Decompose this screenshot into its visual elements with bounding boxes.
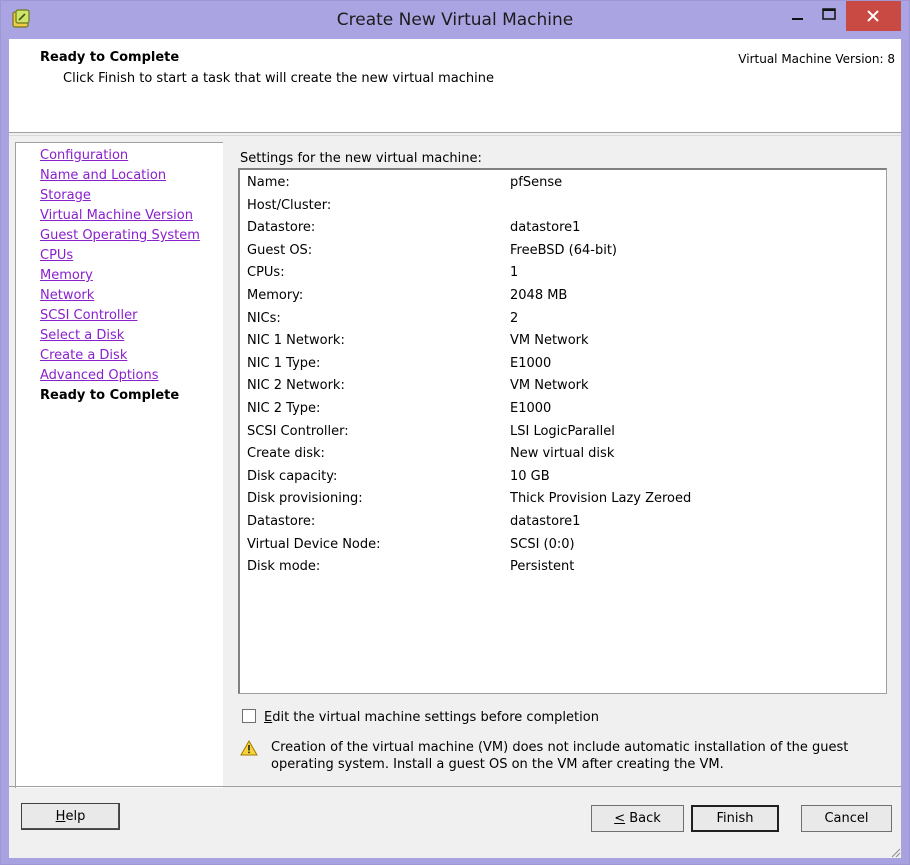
- nav-step-cpus[interactable]: CPUs: [40, 248, 73, 263]
- settings-row-value: 1: [510, 265, 519, 281]
- settings-row: Name: pfSense: [240, 175, 880, 195]
- settings-row-key: Disk provisioning:: [247, 491, 363, 507]
- settings-row-value: VM Network: [510, 333, 589, 349]
- footer-divider: [9, 786, 901, 787]
- settings-row-value: FreeBSD (64-bit): [510, 242, 618, 258]
- back-button[interactable]: < Back: [591, 805, 684, 832]
- settings-row-key: Create disk:: [247, 446, 325, 462]
- nav-step-virtual-machine-version[interactable]: Virtual Machine Version: [40, 208, 193, 223]
- settings-row: NIC 1 Network: VM Network: [240, 333, 880, 353]
- settings-row-key: NICs:: [247, 310, 281, 326]
- settings-row-value: pfSense: [510, 175, 563, 190]
- title-bar[interactable]: Create New Virtual Machine: [1, 1, 909, 39]
- settings-row-value: 10 GB: [510, 468, 550, 484]
- settings-row-value: New virtual disk: [510, 446, 615, 462]
- edit-settings-checkbox-label[interactable]: Edit the virtual machine settings before…: [264, 710, 599, 725]
- minimize-icon[interactable]: [782, 1, 814, 31]
- settings-row: Datastore: datastore1: [240, 514, 880, 534]
- settings-row-value: Thick Provision Lazy Zeroed: [510, 491, 692, 507]
- nav-step-configuration[interactable]: Configuration: [40, 148, 128, 163]
- settings-row-key: Disk capacity:: [247, 468, 338, 484]
- close-icon[interactable]: [846, 1, 901, 31]
- settings-row-key: NIC 2 Network:: [247, 378, 345, 394]
- settings-row-value: Persistent: [510, 559, 575, 575]
- resize-grip-icon[interactable]: [889, 846, 901, 858]
- settings-row-value: 2048 MB: [510, 288, 568, 303]
- settings-row-key: Virtual Device Node:: [247, 536, 381, 552]
- help-button[interactable]: Help: [21, 803, 120, 830]
- settings-row-key: Datastore:: [247, 514, 316, 529]
- settings-row-value: VM Network: [510, 378, 589, 394]
- page-title: Ready to Complete: [40, 50, 180, 65]
- warning-message: Creation of the virtual machine (VM) doe…: [271, 740, 849, 772]
- settings-row-key: Guest OS:: [247, 242, 313, 258]
- settings-row-value: LSI LogicParallel: [510, 423, 615, 439]
- settings-row: Memory: 2048 MB: [240, 288, 880, 308]
- settings-row: Guest OS: FreeBSD (64-bit): [240, 243, 880, 263]
- settings-row-value: SCSI (0:0): [510, 536, 575, 552]
- settings-row: SCSI Controller: LSI LogicParallel: [240, 424, 880, 444]
- nav-step-create-a-disk[interactable]: Create a Disk: [40, 348, 127, 363]
- finish-button[interactable]: Finish: [691, 805, 779, 832]
- settings-row-key: SCSI Controller:: [247, 423, 349, 439]
- nav-step-network[interactable]: Network: [40, 288, 94, 303]
- nav-step-name-and-location[interactable]: Name and Location: [40, 168, 166, 183]
- settings-row: Host/Cluster:: [240, 198, 880, 218]
- settings-row: Create disk: New virtual disk: [240, 446, 880, 466]
- maximize-icon[interactable]: [814, 1, 844, 31]
- settings-row-value: E1000: [510, 401, 552, 416]
- settings-row: Datastore: datastore1: [240, 220, 880, 240]
- settings-row-value: 2: [510, 310, 519, 326]
- edit-settings-checkbox[interactable]: [242, 709, 256, 723]
- dialog-client-area: Ready to Complete Click Finish to start …: [9, 39, 901, 858]
- nav-step-scsi-controller[interactable]: SCSI Controller: [40, 308, 138, 323]
- header-divider: [9, 135, 901, 136]
- settings-row: NIC 2 Network: VM Network: [240, 378, 880, 398]
- nav-step-storage[interactable]: Storage: [40, 188, 91, 203]
- settings-row-value: E1000: [510, 355, 552, 371]
- settings-row-key: NIC 1 Network:: [247, 333, 345, 349]
- settings-row-key: NIC 1 Type:: [247, 355, 321, 371]
- cancel-button[interactable]: Cancel: [801, 805, 892, 832]
- settings-row: NIC 2 Type: E1000: [240, 401, 880, 421]
- nav-step-advanced-options[interactable]: Advanced Options: [40, 368, 159, 383]
- settings-summary-panel: Name: pfSense Host/Cluster: Datastore: datas…: [238, 168, 887, 694]
- settings-row-key: Name:: [247, 175, 290, 190]
- settings-row: Disk provisioning: Thick Provision Lazy Z…: [240, 491, 880, 511]
- nav-step-select-a-disk[interactable]: Select a Disk: [40, 328, 124, 343]
- settings-label: Settings for the new virtual machine:: [240, 151, 482, 166]
- settings-row: Disk capacity: 10 GB: [240, 469, 880, 489]
- warning-icon: [240, 740, 258, 756]
- nav-step-memory[interactable]: Memory: [40, 268, 93, 283]
- settings-row: CPUs: 1: [240, 265, 880, 285]
- settings-row-key: Host/Cluster:: [247, 197, 332, 213]
- settings-row-value: datastore1: [510, 514, 581, 529]
- settings-row-key: Datastore:: [247, 220, 316, 236]
- nav-step-ready-to-complete: Ready to Complete: [40, 388, 180, 403]
- vm-version-label: Virtual Machine Version: 8: [738, 52, 895, 66]
- settings-row: Virtual Device Node: SCSI (0:0): [240, 537, 880, 557]
- window-title: Create New Virtual Machine: [336, 10, 574, 30]
- wizard-header: Ready to Complete Click Finish to start …: [9, 39, 901, 133]
- wizard-steps-nav: Configuration Name and Location Storage Vir…: [15, 142, 223, 788]
- settings-row: Disk mode: Persistent: [240, 559, 880, 579]
- nav-step-guest-operating-system[interactable]: Guest Operating System: [40, 228, 200, 243]
- settings-row-key: CPUs:: [247, 265, 285, 281]
- dialog-window: Create New Virtual Machine Ready to Comp…: [0, 0, 910, 865]
- settings-row: NIC 1 Type: E1000: [240, 356, 880, 376]
- settings-row-value: datastore1: [510, 220, 581, 236]
- settings-row-key: NIC 2 Type:: [247, 401, 321, 416]
- page-subtitle: Click Finish to start a task that will c…: [63, 71, 494, 86]
- settings-row-key: Memory:: [247, 288, 304, 303]
- settings-row: NICs: 2: [240, 311, 880, 331]
- settings-row-key: Disk mode:: [247, 559, 321, 575]
